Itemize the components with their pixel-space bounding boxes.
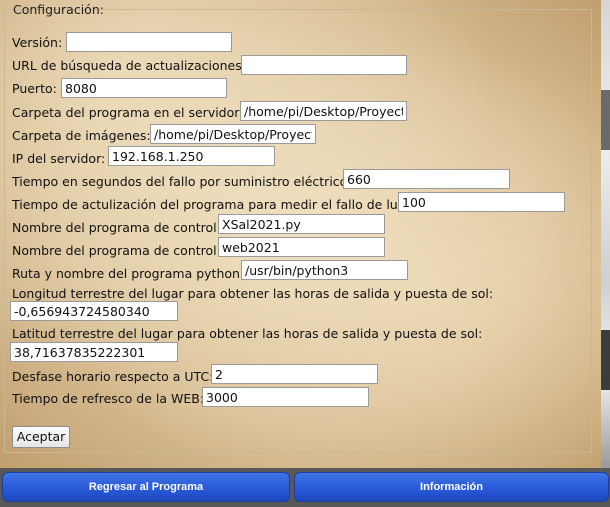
utc-offset-label: Desfase horario respecto a UTC: bbox=[12, 369, 214, 384]
back-to-program-button[interactable]: Regresar al Programa bbox=[2, 472, 290, 502]
version-input[interactable] bbox=[66, 32, 232, 52]
python-path-input[interactable] bbox=[241, 260, 408, 280]
background-edge bbox=[601, 0, 610, 468]
program-folder-input[interactable] bbox=[240, 101, 407, 121]
program-folder-label: Carpeta del programa en el servidor: bbox=[12, 105, 244, 120]
port-label: Puerto: bbox=[12, 81, 57, 96]
background-edge-shade bbox=[601, 330, 610, 390]
information-button[interactable]: Información bbox=[294, 472, 609, 502]
update-interval-input[interactable] bbox=[398, 192, 565, 212]
server-ip-label: IP del servidor: bbox=[12, 151, 106, 166]
port-input[interactable] bbox=[61, 78, 227, 98]
longitude-input[interactable] bbox=[10, 301, 178, 321]
version-label: Versión: bbox=[12, 35, 63, 50]
utc-offset-input[interactable] bbox=[211, 364, 378, 384]
latitude-label: Latitud terrestre del lugar para obtener… bbox=[12, 326, 483, 341]
update-url-input[interactable] bbox=[241, 55, 407, 75]
longitude-label: Longitud terrestre del lugar para obtene… bbox=[12, 286, 494, 301]
accept-button[interactable]: Aceptar bbox=[12, 426, 70, 448]
control-program-web-input[interactable] bbox=[218, 237, 385, 257]
images-folder-input[interactable] bbox=[150, 124, 316, 144]
latitude-input[interactable] bbox=[10, 342, 178, 362]
images-folder-label: Carpeta de imágenes: bbox=[12, 128, 151, 143]
update-interval-label: Tiempo de actulización del programa para… bbox=[12, 197, 409, 212]
config-legend: Configuración: bbox=[13, 2, 104, 17]
power-failure-time-label: Tiempo en segundos del fallo por suminis… bbox=[12, 174, 352, 189]
control-program-input[interactable] bbox=[218, 214, 385, 234]
power-failure-time-input[interactable] bbox=[343, 169, 510, 189]
python-path-label: Ruta y nombre del programa python: bbox=[12, 266, 245, 281]
web-refresh-input[interactable] bbox=[202, 387, 369, 407]
update-url-label: URL de búsqueda de actualizaciones: bbox=[12, 58, 246, 73]
control-program-label: Nombre del programa de control: bbox=[12, 220, 221, 235]
background-edge-shade bbox=[601, 90, 610, 150]
web-refresh-label: Tiempo de refresco de la WEB: bbox=[12, 391, 205, 406]
control-program-web-label: Nombre del programa de control: bbox=[12, 243, 221, 258]
server-ip-input[interactable] bbox=[108, 146, 275, 166]
